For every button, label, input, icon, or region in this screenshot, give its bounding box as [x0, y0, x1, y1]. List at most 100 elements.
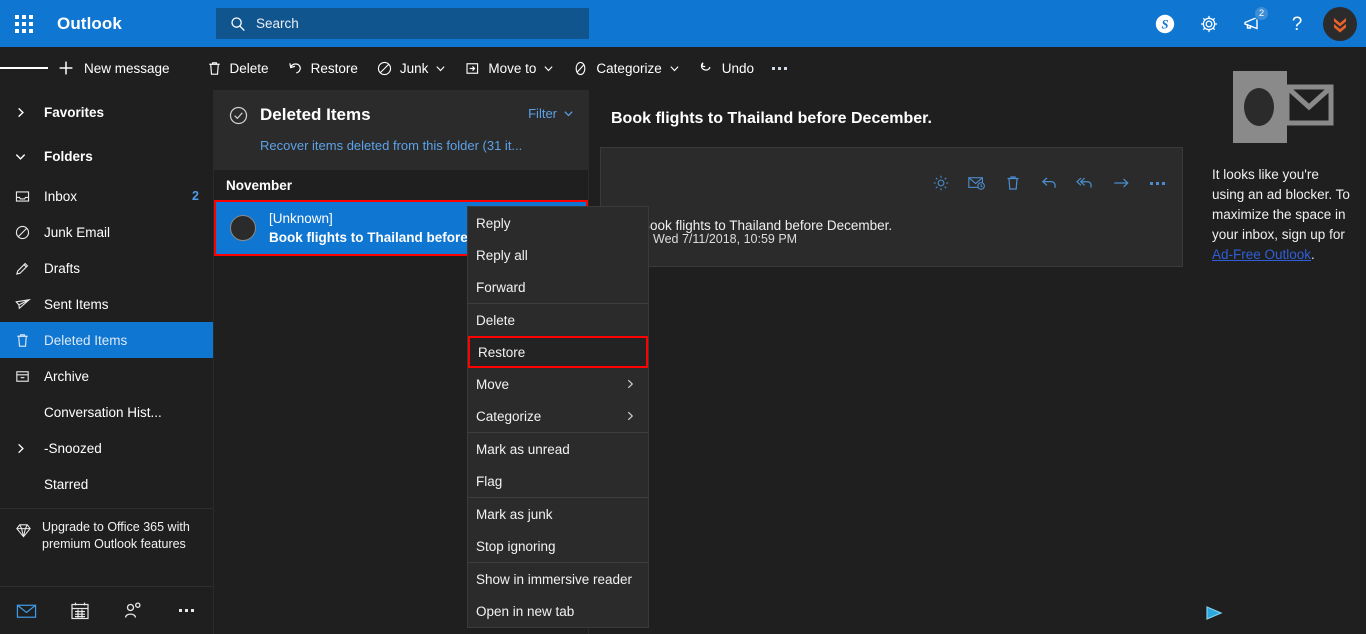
- move-to-button[interactable]: Move to: [455, 47, 563, 90]
- undo-icon: [698, 60, 715, 77]
- context-menu-item-flag[interactable]: Flag: [468, 465, 648, 497]
- context-menu-item-forward[interactable]: Forward: [468, 271, 648, 303]
- more-modules-button[interactable]: [160, 587, 213, 634]
- hamburger-icon-line: [16, 67, 32, 69]
- context-menu-item-delete[interactable]: Delete: [468, 304, 648, 336]
- undo-button[interactable]: Undo: [689, 47, 763, 90]
- gear-icon: [1198, 13, 1220, 35]
- mail-snooze-icon[interactable]: [966, 172, 988, 194]
- sidebar-section-favorites[interactable]: Favorites: [0, 90, 213, 134]
- plus-icon: [57, 59, 75, 77]
- chevron-down-icon: [543, 63, 554, 74]
- sidebar-item-sent-items[interactable]: Sent Items: [0, 286, 213, 322]
- context-menu-item-move[interactable]: Move: [468, 368, 648, 400]
- folder-sidebar: Favorites Folders Inbox 2 Junk Email Dra…: [0, 90, 214, 634]
- sidebar-item-snoozed[interactable]: -Snoozed: [0, 430, 213, 466]
- svg-text:?: ?: [1292, 14, 1303, 35]
- play-button-icon[interactable]: [1204, 604, 1226, 622]
- sidebar-item-inbox[interactable]: Inbox 2: [0, 178, 213, 214]
- new-message-button[interactable]: New message: [48, 47, 179, 90]
- upgrade-promo-text: Upgrade to Office 365 with premium Outlo…: [42, 520, 190, 551]
- message-sender: [Unknown]: [269, 210, 333, 226]
- reading-pane: Book flights to Thailand before December…: [589, 90, 1196, 634]
- settings-button[interactable]: [1187, 0, 1231, 47]
- restore-button[interactable]: Restore: [278, 47, 367, 90]
- context-menu-item-label: Forward: [476, 279, 526, 295]
- reply-all-icon[interactable]: [1074, 172, 1096, 194]
- context-menu-item-stop-ignoring[interactable]: Stop ignoring: [468, 530, 648, 562]
- message-body: Book flights to Thailand before December…: [641, 218, 893, 233]
- sidebar-item-deleted-items[interactable]: Deleted Items: [0, 322, 213, 358]
- search-icon: [228, 14, 248, 34]
- context-menu-item-label: Move: [476, 376, 510, 392]
- trash-icon: [206, 60, 223, 77]
- sidebar-section-folders[interactable]: Folders: [0, 134, 213, 178]
- context-menu-group: Reply Reply all Forward: [468, 207, 648, 304]
- context-menu-item-categorize[interactable]: Categorize: [468, 400, 648, 432]
- announcements-button[interactable]: 2: [1231, 0, 1275, 47]
- ad-blocker-text-before: It looks like you're using an ad blocker…: [1212, 167, 1350, 242]
- sidebar-item-label: Archive: [44, 368, 90, 384]
- categorize-button[interactable]: Categorize: [563, 47, 688, 90]
- categorize-icon: [572, 60, 589, 77]
- message-actions: [930, 172, 1168, 194]
- trash-icon[interactable]: [1002, 172, 1024, 194]
- recover-deleted-items-link[interactable]: Recover items deleted from this folder (…: [260, 138, 574, 153]
- hamburger-icon-line: [32, 67, 48, 69]
- sidebar-item-conversation-history[interactable]: Conversation Hist...: [0, 394, 213, 430]
- top-navigation-bar: Outlook Search S 2 ?: [0, 0, 1366, 47]
- context-menu-group: Show in immersive reader Open in new tab: [468, 563, 648, 627]
- sidebar-item-starred[interactable]: Starred: [0, 466, 213, 502]
- sidebar-item-label: Conversation Hist...: [44, 404, 162, 420]
- nav-toggle-button[interactable]: [0, 47, 48, 90]
- user-avatar-icon: [1329, 13, 1351, 35]
- ad-free-outlook-link[interactable]: Ad-Free Outlook: [1212, 247, 1311, 262]
- context-menu-item-reply-all[interactable]: Reply all: [468, 239, 648, 271]
- sidebar-item-label: Drafts: [44, 260, 81, 276]
- folders-label: Folders: [44, 148, 93, 164]
- mail-module-button[interactable]: [0, 587, 53, 634]
- help-icon: ?: [1286, 13, 1308, 35]
- filter-label: Filter: [528, 106, 557, 121]
- calendar-module-button[interactable]: [53, 587, 106, 634]
- help-button[interactable]: ?: [1275, 0, 1319, 47]
- more-icon[interactable]: [1146, 172, 1168, 194]
- sidebar-item-label: Deleted Items: [44, 332, 128, 348]
- context-menu-group: Mark as unread Flag: [468, 433, 648, 498]
- select-all-icon[interactable]: [228, 104, 250, 126]
- sidebar-item-drafts[interactable]: Drafts: [0, 250, 213, 286]
- restore-label: Restore: [310, 60, 358, 76]
- folder-title: Deleted Items: [260, 105, 371, 124]
- upgrade-promo[interactable]: Upgrade to Office 365 with premium Outlo…: [0, 508, 213, 586]
- message-date: Wed 7/11/2018, 10:59 PM: [653, 232, 798, 246]
- sidebar-item-archive[interactable]: Archive: [0, 358, 213, 394]
- context-menu-item-restore[interactable]: Restore: [468, 336, 648, 368]
- context-menu-item-open-in-new-tab[interactable]: Open in new tab: [468, 595, 648, 627]
- delete-button[interactable]: Delete: [197, 47, 278, 90]
- skype-icon: S: [1154, 13, 1176, 35]
- search-input[interactable]: Search: [216, 8, 589, 39]
- sidebar-item-junk-email[interactable]: Junk Email: [0, 214, 213, 250]
- forward-icon[interactable]: [1110, 172, 1132, 194]
- context-menu-item-label: Mark as unread: [476, 441, 570, 457]
- junk-button[interactable]: Junk: [367, 47, 456, 90]
- context-menu: Reply Reply all Forward Delete Restore M…: [467, 206, 649, 628]
- people-module-button[interactable]: [107, 587, 160, 634]
- reply-icon[interactable]: [1038, 172, 1060, 194]
- context-menu-item-show-in-immersive-reader[interactable]: Show in immersive reader: [468, 563, 648, 595]
- context-menu-item-label: Categorize: [476, 408, 542, 424]
- move-to-icon: [464, 60, 481, 77]
- avatar[interactable]: [1323, 6, 1357, 41]
- context-menu-item-mark-as-junk[interactable]: Mark as junk: [468, 498, 648, 530]
- message-card: Wed 7/11/2018, 10:59 PM: [600, 147, 1183, 267]
- context-menu-item-reply[interactable]: Reply: [468, 207, 648, 239]
- context-menu-group: Mark as junk Stop ignoring: [468, 498, 648, 563]
- more-commands-button[interactable]: [763, 47, 796, 90]
- brightness-icon[interactable]: [930, 172, 952, 194]
- context-menu-item-label: Mark as junk: [476, 506, 553, 522]
- avatar: [230, 215, 256, 241]
- app-launcher-button[interactable]: [0, 0, 48, 47]
- context-menu-item-mark-as-unread[interactable]: Mark as unread: [468, 433, 648, 465]
- skype-button[interactable]: S: [1143, 0, 1187, 47]
- filter-button[interactable]: Filter: [528, 106, 574, 121]
